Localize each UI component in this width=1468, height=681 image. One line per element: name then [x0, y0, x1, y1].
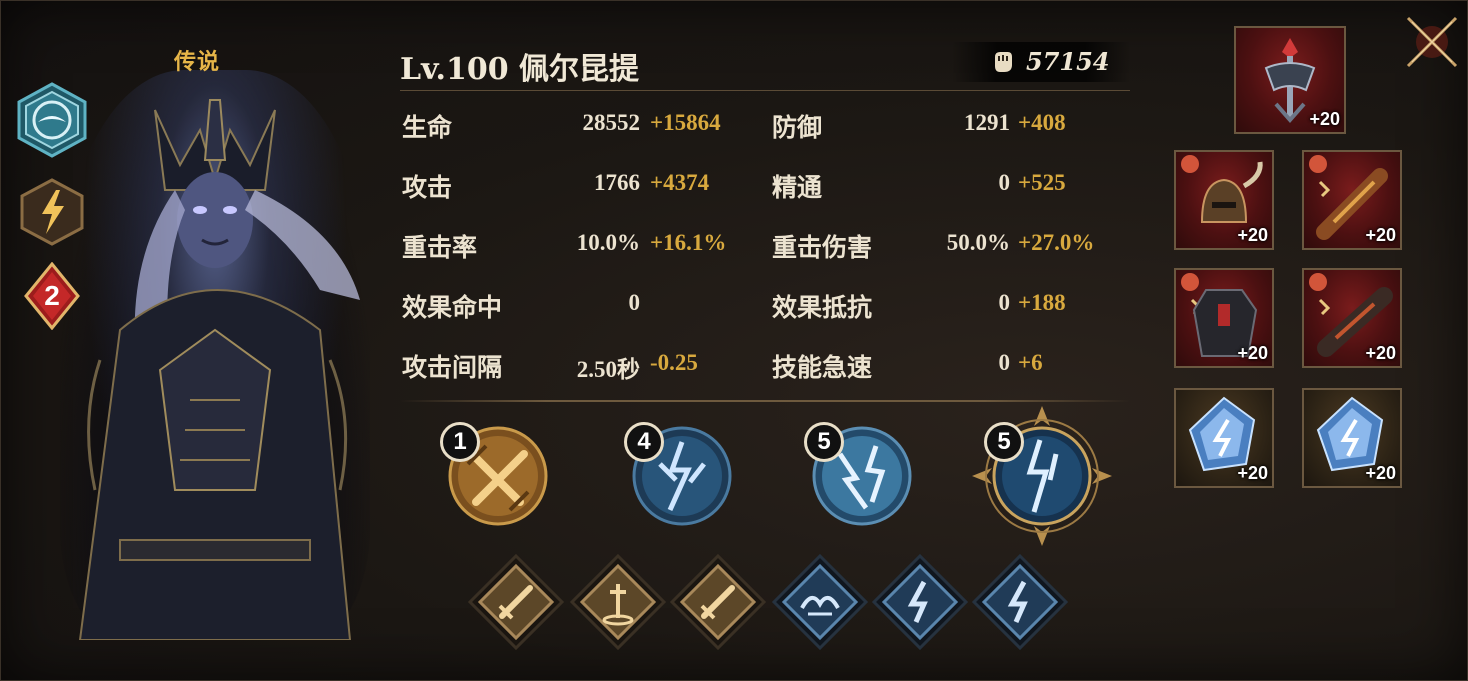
combat-power-value: 57154	[1026, 47, 1110, 76]
stat-base: 28552	[582, 110, 641, 135]
rarity-label: 传说	[174, 49, 221, 75]
combat-power: 57154	[952, 42, 1130, 82]
section-divider	[400, 400, 1130, 402]
stat-base: 0	[998, 350, 1011, 375]
stat-base: 1291	[964, 110, 1010, 135]
lightning-rune-icon[interactable]	[871, 553, 969, 651]
lightning-burst-skill-icon[interactable]: 4	[624, 422, 734, 528]
chest-armor-icon[interactable]: +20	[1174, 268, 1274, 368]
equip-level: +20	[1365, 343, 1396, 363]
dagger-rune-icon[interactable]	[569, 553, 667, 651]
stat-bonus: -0.25	[650, 350, 698, 375]
equip-level: +20	[1365, 463, 1396, 483]
sword-rune-icon[interactable]	[669, 553, 767, 651]
lightning-class-icon[interactable]	[20, 178, 84, 246]
stat-bonus: +4374	[650, 170, 710, 195]
stat-base: 0	[998, 290, 1011, 315]
stat-bonus: +6	[1018, 350, 1043, 375]
stat-bonus: +16.1%	[650, 230, 727, 255]
rank-number: 2	[44, 280, 60, 311]
stat-row: 重击率 10.0% +16.1% 重击伤害 50.0% +27.0%	[400, 220, 1130, 270]
stat-row: 攻击 1766 +4374 精通 0 +525	[400, 160, 1130, 210]
stat-base: 10.0%	[576, 230, 640, 255]
stat-bonus: +408	[1018, 110, 1066, 135]
stat-label: 攻击间隔	[402, 353, 503, 382]
stat-bonus: +525	[1018, 170, 1066, 195]
rank-badge: 2	[24, 262, 80, 330]
skill-level-badge: 4	[624, 422, 664, 462]
stat-label: 效果抵抗	[772, 293, 873, 322]
wing-rune-icon[interactable]	[771, 553, 869, 651]
stat-label: 重击率	[402, 233, 478, 262]
header-row: Lv.100 佩尔昆提 57154	[400, 40, 1130, 91]
scepter-icon[interactable]: +20	[1234, 26, 1346, 134]
stat-label: 生命	[402, 113, 453, 142]
stat-row: 生命 28552 +15864 防御 1291 +408	[400, 100, 1130, 150]
hero-portrait	[60, 70, 370, 641]
equip-level: +20	[1365, 225, 1396, 245]
equip-level: +20	[1309, 109, 1340, 129]
stat-bonus: +15864	[650, 110, 721, 135]
fist-icon	[995, 52, 1012, 72]
stat-bonus: +27.0%	[1018, 230, 1095, 255]
gauntlet-icon[interactable]: +20	[1302, 268, 1402, 368]
lightning-ultimate-skill-icon[interactable]: 5	[972, 406, 1112, 546]
stat-base: 0	[998, 170, 1011, 195]
stat-base: 50.0%	[946, 230, 1010, 255]
stat-row: 效果命中 0 效果抵抗 0 +188	[400, 280, 1130, 330]
stats-panel: 生命 28552 +15864 防御 1291 +408 攻击 1766 +43…	[400, 100, 1130, 400]
crossed-swords-skill-icon[interactable]: 1	[440, 422, 550, 528]
equip-level: +20	[1237, 463, 1268, 483]
lightning-rune-icon[interactable]	[971, 553, 1069, 651]
lightning-strike-skill-icon[interactable]: 5	[804, 422, 914, 528]
helmet-icon[interactable]: +20	[1174, 150, 1274, 250]
stat-bonus: +188	[1018, 290, 1066, 315]
gauntlet-icon[interactable]: +20	[1302, 150, 1402, 250]
stat-base: 0	[628, 290, 641, 315]
water-element-icon[interactable]	[14, 82, 90, 158]
stat-label: 精通	[772, 173, 823, 202]
stat-base: 2.50秒	[576, 357, 640, 382]
equip-level: +20	[1237, 225, 1268, 245]
stat-label: 效果命中	[402, 293, 503, 322]
stat-base: 1766	[594, 170, 640, 195]
stat-label: 攻击	[402, 173, 453, 202]
close-button[interactable]	[1402, 12, 1462, 72]
skill-level-badge: 5	[804, 422, 844, 462]
stat-label: 防御	[772, 113, 823, 142]
sword-rune-icon[interactable]	[467, 553, 565, 651]
stat-label: 重击伤害	[772, 233, 873, 262]
skill-level-badge: 5	[984, 422, 1024, 462]
lightning-gem-icon[interactable]: +20	[1174, 388, 1274, 488]
hero-title: Lv.100 佩尔昆提	[400, 52, 640, 87]
close-icon	[1406, 16, 1458, 68]
stat-label: 技能急速	[772, 353, 873, 382]
skill-level-badge: 1	[440, 422, 480, 462]
stat-row: 攻击间隔 2.50秒 -0.25 技能急速 0 +6	[400, 340, 1130, 390]
lightning-gem-icon[interactable]: +20	[1302, 388, 1402, 488]
equip-level: +20	[1237, 343, 1268, 363]
